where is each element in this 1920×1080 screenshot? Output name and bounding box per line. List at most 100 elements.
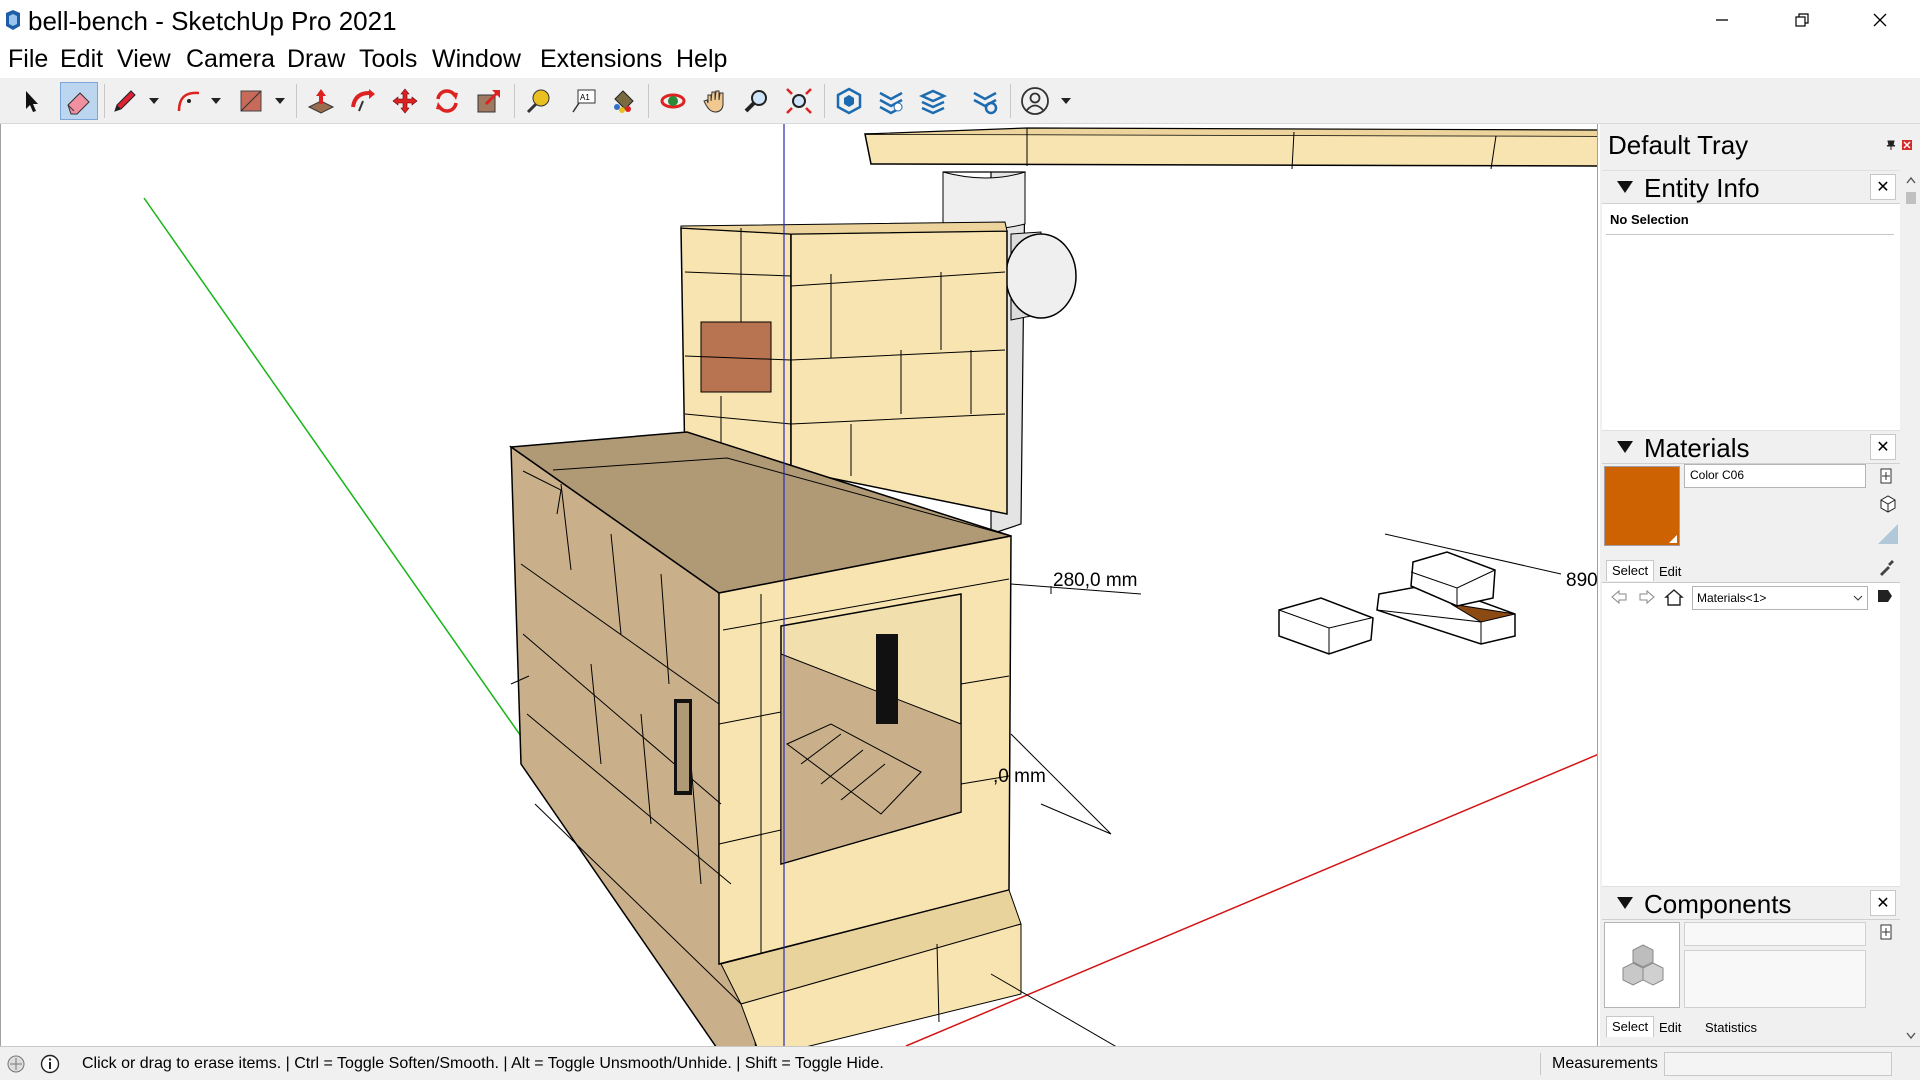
- components-tab-select[interactable]: Select: [1606, 1016, 1655, 1037]
- home-icon[interactable]: [1664, 587, 1684, 607]
- menu-window[interactable]: Window: [432, 44, 521, 74]
- tool-layout[interactable]: [914, 82, 952, 120]
- entity-info-header[interactable]: Entity Info ✕: [1602, 170, 1900, 204]
- pan-icon: [703, 90, 724, 113]
- details-arrow-icon[interactable]: [1876, 587, 1894, 605]
- profile-dropdown[interactable]: [1058, 82, 1074, 120]
- tool-select[interactable]: [12, 82, 50, 120]
- status-bar: Click or drag to erase items. | Ctrl = T…: [0, 1046, 1920, 1080]
- menu-tools[interactable]: Tools: [359, 44, 417, 74]
- display-secondary-pane-icon[interactable]: [1878, 924, 1894, 940]
- measurements-input[interactable]: [1664, 1052, 1892, 1076]
- menu-camera[interactable]: Camera: [186, 44, 275, 74]
- materials-tab-edit[interactable]: Edit: [1654, 562, 1686, 582]
- tool-paint-bucket[interactable]: [604, 82, 642, 120]
- model-canvas[interactable]: [1, 124, 1598, 1046]
- geo-location-icon[interactable]: [6, 1054, 26, 1074]
- menu-draw[interactable]: Draw: [287, 44, 345, 74]
- materials-library-select[interactable]: Materials<1>: [1692, 586, 1868, 610]
- selection-status: No Selection: [1610, 212, 1689, 227]
- scroll-up-icon[interactable]: [1906, 176, 1916, 184]
- back-arrow-icon[interactable]: [1610, 589, 1628, 605]
- default-tray: Default Tray Entity Info ✕ No Selection …: [1600, 124, 1920, 1046]
- component-cubes-icon: [1622, 944, 1664, 986]
- default-material-icon[interactable]: [1876, 522, 1900, 546]
- tool-follow-me[interactable]: [344, 82, 382, 120]
- collapse-arrow-icon: [1617, 441, 1633, 453]
- tool-push-pull[interactable]: [302, 82, 340, 120]
- material-name-field[interactable]: Color C06: [1684, 464, 1866, 488]
- material-swatch[interactable]: [1604, 466, 1680, 546]
- tray-close-icon[interactable]: [1902, 140, 1912, 150]
- sketchup-app-icon: [6, 10, 20, 30]
- profile-icon: [1021, 87, 1049, 115]
- tool-pan[interactable]: [696, 82, 734, 120]
- chevron-down-icon: [1853, 595, 1863, 601]
- info-icon[interactable]: [40, 1054, 60, 1074]
- model-viewport[interactable]: 280,0 mm ,0 mm 890: [0, 124, 1598, 1046]
- component-name-field[interactable]: [1684, 922, 1866, 946]
- collapse-arrow-icon: [1617, 897, 1633, 909]
- materials-header[interactable]: Materials ✕: [1602, 430, 1900, 464]
- tool-profile[interactable]: [1016, 82, 1054, 120]
- scroll-thumb[interactable]: [1906, 192, 1916, 204]
- pin-icon[interactable]: [1886, 140, 1896, 150]
- forward-arrow-icon[interactable]: [1638, 589, 1656, 605]
- components-tab-edit[interactable]: Edit: [1654, 1018, 1686, 1038]
- tray-scrollbar[interactable]: [1902, 170, 1920, 1046]
- sample-paint-icon[interactable]: [1878, 558, 1896, 576]
- entity-info-close-button[interactable]: ✕: [1870, 174, 1896, 200]
- restore-icon: [1795, 13, 1809, 27]
- menu-file[interactable]: File: [8, 44, 48, 74]
- arc-dropdown[interactable]: [208, 82, 224, 120]
- materials-tab-select[interactable]: Select: [1606, 560, 1655, 581]
- components-header[interactable]: Components ✕: [1602, 886, 1900, 920]
- menu-view[interactable]: View: [117, 44, 171, 74]
- close-icon: [1873, 13, 1887, 27]
- tool-text[interactable]: A1: [564, 82, 602, 120]
- pencil-icon: [114, 90, 136, 112]
- window-title: bell-bench - SketchUp Pro 2021: [28, 6, 397, 36]
- tool-eraser[interactable]: [60, 82, 98, 120]
- tool-rotate[interactable]: [428, 82, 466, 120]
- component-thumbnail: [1604, 922, 1680, 1008]
- scroll-down-icon[interactable]: [1906, 1032, 1916, 1040]
- tool-tape-measure[interactable]: [520, 82, 558, 120]
- tool-rectangle[interactable]: [232, 82, 270, 120]
- restore-button[interactable]: [1762, 0, 1842, 40]
- menu-extensions[interactable]: Extensions: [540, 44, 662, 74]
- tool-zoom[interactable]: [738, 82, 776, 120]
- minimize-button[interactable]: [1682, 0, 1762, 40]
- text-icon: A1: [572, 89, 596, 113]
- tool-extension-warehouse[interactable]: [872, 82, 910, 120]
- tool-orbit[interactable]: [654, 82, 692, 120]
- components-tab-statistics[interactable]: Statistics: [1700, 1018, 1762, 1038]
- tool-pencil[interactable]: [106, 82, 144, 120]
- minimize-icon: [1716, 19, 1728, 21]
- display-secondary-pane-icon[interactable]: [1878, 468, 1894, 484]
- paint-bucket-icon: [614, 90, 634, 113]
- extension-warehouse-icon: [879, 91, 903, 115]
- tool-warehouse[interactable]: [830, 82, 868, 120]
- menu-edit[interactable]: Edit: [60, 44, 103, 74]
- pencil-dropdown[interactable]: [146, 82, 162, 120]
- close-window-button[interactable]: [1840, 0, 1920, 40]
- components-close-button[interactable]: ✕: [1870, 890, 1896, 916]
- tool-zoom-extents[interactable]: [780, 82, 818, 120]
- tool-move[interactable]: [386, 82, 424, 120]
- components-title: Components: [1644, 889, 1792, 919]
- title-bar: bell-bench - SketchUp Pro 2021: [0, 0, 1920, 40]
- orbit-icon: [660, 93, 686, 109]
- create-material-icon[interactable]: [1878, 494, 1898, 514]
- tool-extension-manager[interactable]: [966, 82, 1004, 120]
- component-description-field[interactable]: [1684, 950, 1866, 1008]
- tool-scale[interactable]: [470, 82, 508, 120]
- scale-icon: [477, 89, 501, 113]
- materials-library-value: Materials<1>: [1697, 591, 1767, 605]
- materials-close-button[interactable]: ✕: [1870, 434, 1896, 460]
- rectangle-dropdown[interactable]: [272, 82, 288, 120]
- tool-arc[interactable]: [170, 82, 208, 120]
- menu-help[interactable]: Help: [676, 44, 727, 74]
- zoom-extents-icon: [786, 88, 812, 114]
- components-body: Select Edit Statistics: [1602, 920, 1900, 1046]
